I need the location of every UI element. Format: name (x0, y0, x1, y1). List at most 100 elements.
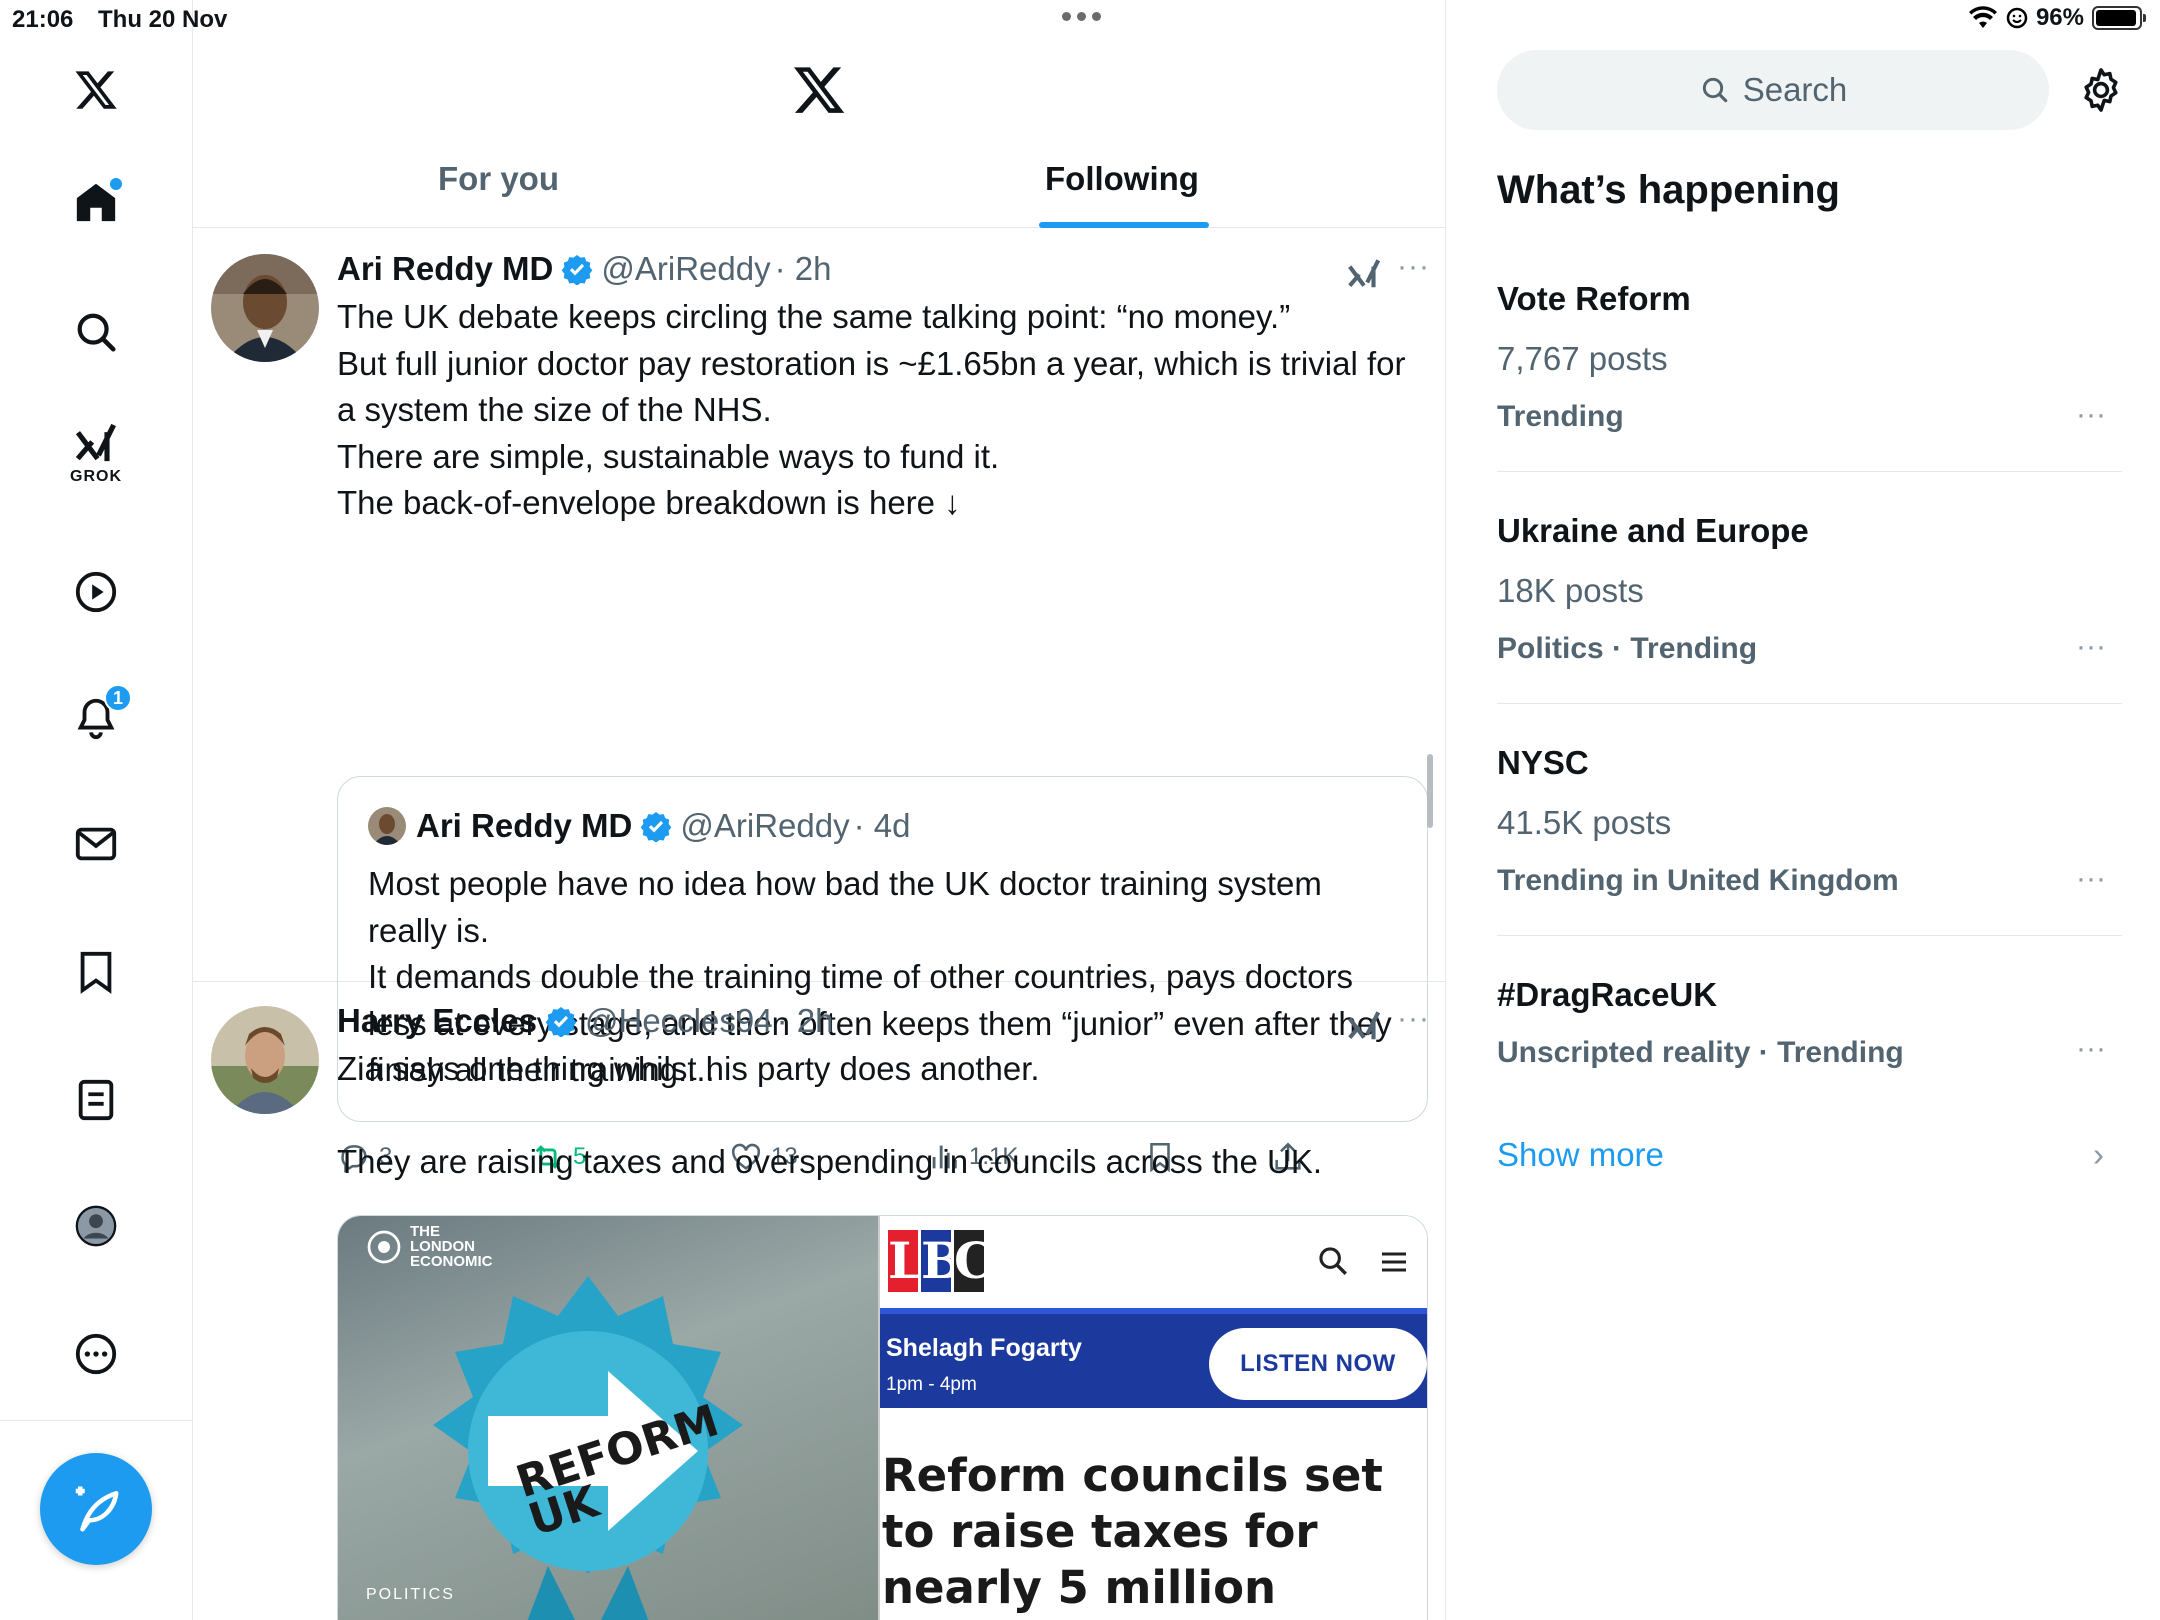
more-options-icon[interactable]: ··· (1397, 1002, 1430, 1036)
battery-percent: 96% (2035, 4, 2084, 31)
trend-posts: 7,767 posts (1497, 340, 1668, 377)
tweet-text: The UK debate keeps circling the same ta… (337, 294, 1427, 527)
lbc-article-headline: Reform councils set to raise taxes for n… (882, 1449, 1383, 1620)
author-handle[interactable]: @Heccles94 (585, 1002, 773, 1040)
author-name[interactable]: Ari Reddy MD (337, 250, 553, 288)
media-image-lbc-article[interactable]: L B C Shelagh Fogarty 1pm - 4pm LISTEN N… (878, 1216, 1427, 1620)
lists-icon[interactable] (64, 1068, 128, 1132)
tweet-header: Harry Eccles @Heccles94 · 2h (337, 1002, 833, 1040)
more-options-icon[interactable] (64, 1322, 128, 1386)
compose-post-button[interactable] (40, 1453, 152, 1565)
trend-item[interactable]: #DragRaceUK Unscripted reality · Trendin… (1497, 976, 2122, 1070)
london-economic-logo-icon (367, 1230, 401, 1263)
tweet-time[interactable]: · 2h (775, 250, 832, 288)
trend-more-icon[interactable]: ··· (2076, 630, 2106, 664)
trend-name: #DragRaceUK (1497, 976, 1718, 1013)
tweet[interactable]: Ari Reddy MD @AriReddy · 2h ··· The UK d… (193, 228, 1445, 1173)
london-economic-label: THE LONDON ECONOMIC (410, 1223, 493, 1270)
tweet-text-line: The back-of-envelope breakdown is here ↓ (337, 484, 961, 521)
trend-more-icon[interactable]: ··· (2076, 398, 2106, 432)
author-name[interactable]: Harry Eccles (337, 1002, 537, 1040)
tweet-text-line: Zia says one thing whilst his party does… (337, 1050, 1040, 1087)
tweet-text-line: The UK debate keeps circling the same ta… (337, 298, 1291, 335)
trend-divider (1497, 935, 2122, 936)
trend-more-icon[interactable]: ··· (2076, 862, 2106, 896)
tweet-text: Zia says one thing whilst his party does… (337, 1046, 1427, 1186)
tweet-text-line (337, 1093, 1427, 1140)
trend-name: Ukraine and Europe (1497, 512, 1809, 549)
trend-divider (1497, 703, 2122, 704)
grok-nav-item[interactable]: GROK (64, 420, 128, 500)
trend-item[interactable]: Ukraine and Europe 18K posts Politics · … (1497, 512, 2122, 666)
status-bar: 21:06 Thu 20 Nov 96% (0, 0, 2160, 40)
search-placeholder: Search (1742, 71, 1848, 108)
trend-name: NYSC (1497, 744, 1589, 781)
profile-avatar-icon[interactable] (64, 1194, 128, 1258)
trend-posts: 41.5K posts (1497, 804, 1672, 841)
active-tab-indicator (1039, 222, 1209, 228)
grok-explain-icon[interactable] (1345, 1006, 1383, 1044)
grok-icon (75, 423, 116, 462)
tweet-header: Ari Reddy MD @AriReddy · 2h (337, 250, 831, 288)
trend-posts: 18K posts (1497, 572, 1644, 609)
more-options-icon[interactable]: ··· (1397, 250, 1430, 284)
trend-divider (1497, 471, 2122, 472)
quoted-avatar (368, 807, 406, 845)
left-navigation: GROK 1 (0, 0, 193, 1620)
trend-item[interactable]: Vote Reform 7,767 posts Trending ··· (1497, 280, 2122, 434)
lbc-live-banner: Shelagh Fogarty 1pm - 4pm LISTEN NOW (880, 1308, 1427, 1408)
trend-meta: Politics · Trending (1497, 632, 1758, 665)
lbc-logo: L B C (888, 1230, 994, 1292)
notifications-badge: 1 (104, 684, 132, 712)
lbc-show-time: 1pm - 4pm (886, 1374, 977, 1395)
quoted-text-line: Most people have no idea how bad the UK … (368, 865, 1322, 949)
verified-badge-icon (545, 1007, 577, 1037)
media-image-reform-rosette[interactable]: THE LONDON ECONOMIC REFORM UK POLITICS (338, 1216, 878, 1620)
wifi-icon (1968, 6, 1997, 28)
tweet-time[interactable]: · 2h (777, 1002, 834, 1040)
grok-explain-icon[interactable] (1345, 254, 1383, 292)
x-header-logo-icon[interactable] (791, 62, 847, 118)
reform-rosette-icon: REFORM UK (433, 1276, 743, 1620)
settings-gear-icon[interactable] (2077, 66, 2125, 114)
timeline-scrollbar[interactable] (1427, 754, 1433, 828)
quoted-author-handle: @AriReddy (680, 807, 850, 844)
lbc-show-name: Shelagh Fogarty (886, 1334, 1082, 1362)
timeline: For you Following Ari Reddy MD @AriReddy… (193, 0, 1446, 1620)
video-icon[interactable] (64, 560, 128, 624)
verified-badge-icon (562, 255, 593, 285)
tab-following[interactable]: Following (1045, 160, 1199, 198)
trend-name: Vote Reform (1497, 280, 1691, 317)
compose-feather-icon (75, 1486, 119, 1532)
tab-for-you[interactable]: For you (438, 160, 559, 198)
trend-meta: Trending (1497, 400, 1624, 433)
grok-label: GROK (70, 468, 122, 485)
multitasking-dots-icon[interactable] (1062, 12, 1101, 21)
trend-meta: Trending in United Kingdom (1497, 864, 1899, 897)
avatar[interactable] (211, 254, 319, 362)
bookmarks-icon[interactable] (64, 940, 128, 1004)
search-input[interactable]: Search (1497, 50, 2049, 130)
show-more-link[interactable]: Show more (1497, 1136, 1664, 1174)
messages-icon[interactable] (64, 812, 128, 876)
right-sidebar: Search What’s happening Vote Reform 7,76… (1447, 0, 2160, 1620)
lbc-menu-icon (1382, 1252, 1406, 1272)
notifications-icon[interactable]: 1 (64, 684, 132, 750)
trend-item[interactable]: NYSC 41.5K posts Trending in United King… (1497, 744, 2122, 898)
battery-icon (2092, 6, 2146, 30)
avatar[interactable] (211, 1006, 319, 1114)
verified-badge-icon (641, 812, 672, 842)
chevron-right-icon[interactable]: › (2093, 1136, 2104, 1174)
lbc-logo-letter: C (954, 1230, 994, 1292)
author-handle[interactable]: @AriReddy (601, 250, 770, 288)
trend-meta: Unscripted reality · Trending (1497, 1036, 1904, 1069)
tweet-media-grid[interactable]: THE LONDON ECONOMIC REFORM UK POLITICS L… (337, 1215, 1428, 1620)
tweet-text-line: There are simple, sustainable ways to fu… (337, 437, 1000, 475)
whats-happening-title: What’s happening (1497, 168, 1840, 212)
home-icon[interactable] (64, 170, 128, 234)
home-new-dot (110, 178, 122, 190)
tweet-text-line: They are raising taxes and overspending … (337, 1143, 1323, 1180)
x-logo-icon[interactable] (64, 58, 128, 122)
explore-search-icon[interactable] (64, 300, 128, 364)
trend-more-icon[interactable]: ··· (2076, 1032, 2106, 1066)
